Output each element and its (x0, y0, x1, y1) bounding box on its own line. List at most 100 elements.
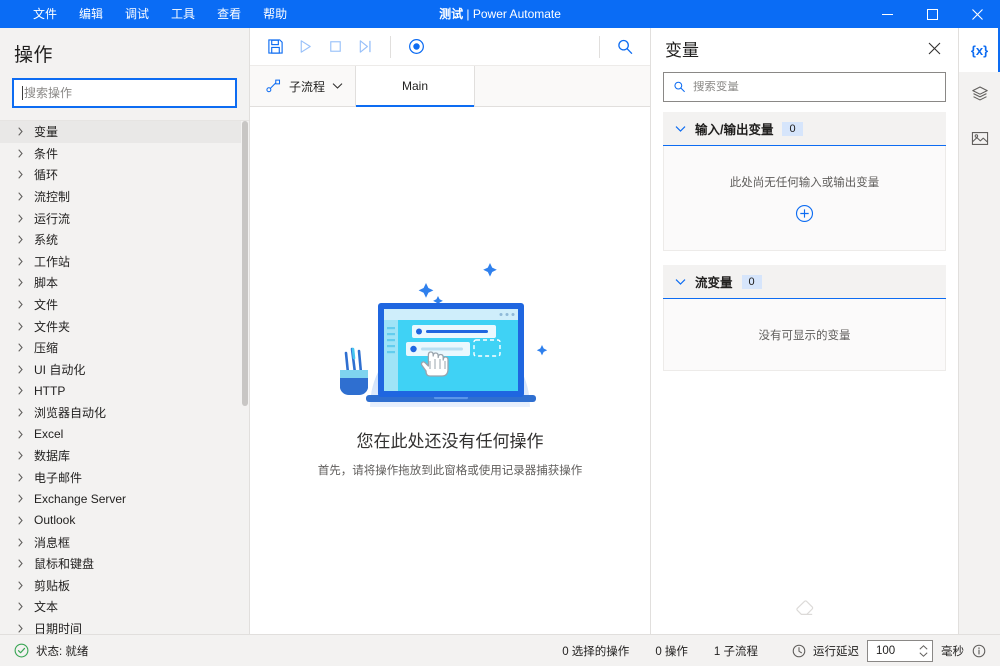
power-automate-window: 文件 编辑 调试 工具 查看 帮助 测试 | Power Automate (0, 0, 1000, 666)
flow-canvas[interactable]: 您在此处还没有任何操作 首先，请将操作拖放到此窗格或使用记录器捕获操作 (250, 107, 650, 634)
actions-pane: 操作 变量 条件 循环 (0, 28, 250, 634)
variables-rail-button[interactable]: {x} (959, 28, 1000, 72)
action-group-outlook[interactable]: Outlook (0, 510, 249, 532)
action-group-label: Exchange Server (34, 492, 126, 506)
action-group-file[interactable]: 文件 (0, 294, 249, 316)
close-variables-pane-button[interactable] (920, 34, 948, 62)
menu-item-tools[interactable]: 工具 (160, 0, 206, 28)
action-group-mouse-and-keyboard[interactable]: 鼠标和键盘 (0, 553, 249, 575)
action-group-http[interactable]: HTTP (0, 380, 249, 402)
stop-button[interactable] (320, 33, 350, 61)
info-icon[interactable] (972, 644, 986, 658)
action-group-label: 消息框 (34, 534, 70, 551)
selected-actions-count: 0 选择的操作 (562, 643, 629, 659)
actions-pane-header: 操作 (0, 28, 249, 67)
window-title-app: Power Automate (473, 7, 561, 21)
ui-elements-rail-button[interactable] (959, 72, 1000, 116)
add-io-variable-button[interactable] (795, 204, 814, 223)
menu-item-help[interactable]: 帮助 (252, 0, 298, 28)
actions-scrollbar-thumb[interactable] (242, 121, 248, 406)
action-group-label: 变量 (34, 123, 58, 140)
step-into-button[interactable] (350, 33, 380, 61)
action-group-compression[interactable]: 压缩 (0, 337, 249, 359)
eraser-icon[interactable] (795, 600, 815, 618)
io-variables-header[interactable]: 输入/输出变量 0 (663, 112, 946, 146)
tab-main[interactable]: Main (355, 66, 475, 106)
action-group-label: Outlook (34, 513, 75, 527)
action-group-flow-control[interactable]: 流控制 (0, 186, 249, 208)
chevron-right-icon (14, 602, 26, 611)
tab-label: Main (402, 79, 428, 93)
actions-list[interactable]: 变量 条件 循环 流控制 运行流 (0, 120, 249, 634)
images-rail-button[interactable] (959, 116, 1000, 160)
action-group-label: 压缩 (34, 339, 58, 356)
action-group-scripting[interactable]: 脚本 (0, 272, 249, 294)
action-group-loops[interactable]: 循环 (0, 164, 249, 186)
actions-search-box[interactable] (12, 78, 237, 108)
action-group-conditions[interactable]: 条件 (0, 143, 249, 165)
menu-item-file[interactable]: 文件 (22, 0, 68, 28)
run-delay-unit: 毫秒 (941, 643, 964, 659)
action-group-database[interactable]: 数据库 (0, 445, 249, 467)
status-label: 状态: 就绪 (36, 643, 88, 659)
spinner-up-icon[interactable] (919, 645, 928, 650)
chevron-right-icon (14, 300, 26, 309)
action-group-ui-automation[interactable]: UI 自动化 (0, 359, 249, 381)
chevron-right-icon (14, 559, 26, 568)
status-indicator: 状态: 就绪 (14, 643, 88, 659)
action-group-clipboard[interactable]: 剪贴板 (0, 574, 249, 596)
subflows-label: 子流程 (289, 78, 325, 95)
io-variables-section: 输入/输出变量 0 此处尚无任何输入或输出变量 (663, 112, 946, 251)
variables-search-box[interactable] (663, 72, 946, 102)
title-bar: 文件 编辑 调试 工具 查看 帮助 测试 | Power Automate (0, 0, 1000, 28)
close-button[interactable] (955, 0, 1000, 28)
action-group-label: 系统 (34, 231, 58, 248)
flow-variables-header[interactable]: 流变量 0 (663, 265, 946, 299)
action-group-browser-automation[interactable]: 浏览器自动化 (0, 402, 249, 424)
action-group-text[interactable]: 文本 (0, 596, 249, 618)
run-button[interactable] (290, 33, 320, 61)
chevron-right-icon (14, 192, 26, 201)
actions-scrollbar[interactable] (241, 121, 249, 634)
subflow-tabs-row: 子流程 Main (250, 66, 650, 107)
action-group-message-boxes[interactable]: 消息框 (0, 531, 249, 553)
minimize-button[interactable] (865, 0, 910, 28)
clock-icon (792, 644, 806, 658)
spinner-down-icon[interactable] (919, 652, 928, 657)
action-group-excel[interactable]: Excel (0, 423, 249, 445)
action-group-exchange-server[interactable]: Exchange Server (0, 488, 249, 510)
menu-item-view[interactable]: 查看 (206, 0, 252, 28)
action-group-folder[interactable]: 文件夹 (0, 315, 249, 337)
action-group-email[interactable]: 电子邮件 (0, 467, 249, 489)
variables-pane-title: 变量 (665, 36, 699, 61)
action-group-run-flow[interactable]: 运行流 (0, 207, 249, 229)
run-delay-spinner[interactable] (867, 640, 933, 662)
action-group-label: 日期时间 (34, 620, 82, 634)
action-group-variables[interactable]: 变量 (0, 121, 249, 143)
chevron-right-icon (14, 322, 26, 331)
io-variables-empty-text: 此处尚无任何输入或输出变量 (730, 174, 880, 190)
recorder-button[interactable] (401, 33, 431, 61)
save-button[interactable] (260, 33, 290, 61)
search-flow-button[interactable] (610, 33, 640, 61)
action-group-label: 循环 (34, 166, 58, 183)
menu-item-debug[interactable]: 调试 (114, 0, 160, 28)
actions-search-wrap (0, 67, 249, 120)
record-icon (407, 37, 426, 56)
plus-circle-icon (795, 204, 814, 223)
run-delay-input[interactable] (876, 645, 919, 657)
image-icon (971, 130, 989, 147)
search-actions-input[interactable] (24, 86, 227, 100)
action-group-system[interactable]: 系统 (0, 229, 249, 251)
action-group-workstation[interactable]: 工作站 (0, 251, 249, 273)
action-group-label: 文件 (34, 296, 58, 313)
actions-pane-title: 操作 (14, 40, 235, 67)
spinner-arrows[interactable] (919, 645, 928, 657)
search-variables-input[interactable] (693, 81, 936, 93)
step-into-icon (357, 38, 374, 55)
subflows-button[interactable]: 子流程 (250, 66, 355, 106)
menu-item-edit[interactable]: 编辑 (68, 0, 114, 28)
maximize-button[interactable] (910, 0, 955, 28)
action-group-datetime[interactable]: 日期时间 (0, 618, 249, 634)
io-variables-count: 0 (782, 122, 802, 136)
